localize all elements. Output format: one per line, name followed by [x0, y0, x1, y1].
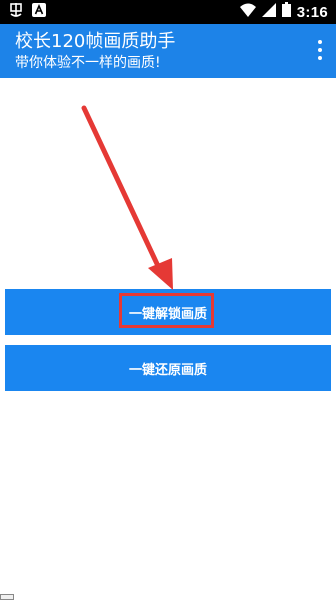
status-left-icons — [8, 2, 46, 23]
status-time: 3:16 — [296, 3, 328, 21]
menu-dot — [318, 40, 322, 44]
status-bar: 3:16 — [0, 0, 336, 24]
app-bar: 校长120帧画质助手 带你体验不一样的画质! — [0, 24, 336, 78]
app-notification-icon — [8, 2, 24, 23]
a-notification-icon — [32, 2, 46, 22]
app-title: 校长120帧画质助手 — [15, 31, 176, 52]
corner-mark — [0, 594, 14, 600]
overflow-menu-icon[interactable] — [316, 40, 324, 60]
restore-quality-button[interactable]: 一键还原画质 — [5, 345, 331, 391]
menu-dot — [318, 48, 322, 52]
menu-dot — [318, 56, 322, 60]
battery-icon — [281, 2, 291, 22]
wifi-icon — [239, 3, 256, 22]
cell-signal-icon — [261, 2, 276, 22]
app-subtitle: 带你体验不一样的画质! — [15, 55, 161, 71]
status-right-icons: 3:16 — [239, 2, 328, 22]
unlock-quality-button[interactable]: 一键解锁画质 — [5, 289, 331, 335]
